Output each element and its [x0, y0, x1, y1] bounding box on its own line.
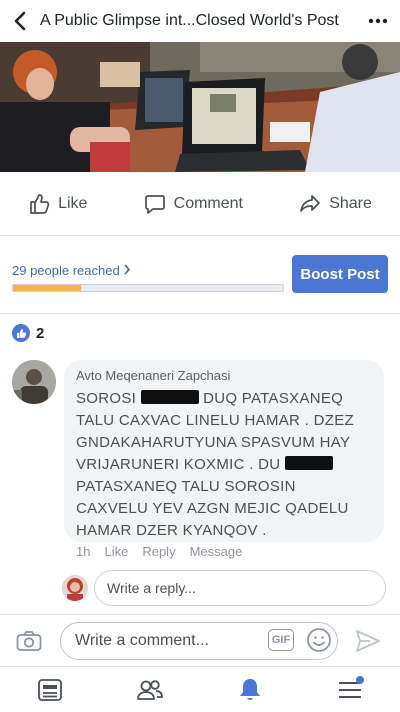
boost-post-button[interactable]: Boost Post — [292, 255, 388, 293]
post-title: A Public Glimpse int...Closed World's Po… — [40, 12, 339, 29]
comment-message-link[interactable]: Message — [190, 544, 243, 559]
share-button[interactable]: Share — [299, 193, 372, 215]
comment-meta: 1h Like Reply Message — [76, 544, 242, 559]
send-icon — [356, 630, 380, 652]
chevron-right-icon — [124, 264, 131, 275]
like-badge-icon — [12, 324, 30, 342]
like-label: Like — [58, 194, 88, 212]
send-button[interactable] — [354, 627, 382, 655]
back-button[interactable] — [0, 0, 40, 42]
comment-text-line: HAMAR DZER KYANQOV . — [76, 522, 267, 539]
comment-reply-link[interactable]: Reply — [142, 544, 175, 559]
post-actions: Like Comment Share — [0, 172, 400, 236]
gif-button[interactable]: GIF — [268, 629, 294, 651]
nav-news-feed[interactable] — [30, 670, 70, 710]
comment-text: SOROSI DUQ PATASXANEQ TALU CAXVAC LINELU… — [76, 388, 372, 542]
like-button[interactable]: Like — [28, 193, 87, 215]
news-feed-icon — [38, 678, 62, 701]
camera-icon — [16, 631, 42, 651]
sticker-button[interactable] — [306, 627, 332, 653]
comment-input[interactable]: Write a comment... — [60, 622, 338, 660]
like-count-value: 2 — [36, 324, 45, 342]
camera-button[interactable] — [14, 626, 44, 656]
chevron-left-icon — [14, 11, 26, 31]
ellipsis-icon — [368, 18, 388, 24]
bottom-nav — [0, 666, 400, 712]
comment-bubble: Avto Meqenaneri Zapchasi SOROSI DUQ PATA… — [64, 360, 384, 542]
bell-icon — [240, 678, 260, 700]
comment-button[interactable]: Comment — [144, 193, 243, 215]
redaction-mark — [284, 456, 333, 470]
people-reached-link[interactable]: 29 people reached — [12, 263, 131, 278]
comment-text-line: VRIJARUNERI KOXMIC . DU — [76, 456, 285, 473]
thumbs-up-icon — [30, 193, 50, 214]
comment-label: Comment — [173, 194, 243, 212]
notification-dot — [356, 675, 364, 684]
comment-icon — [144, 194, 165, 214]
more-options-button[interactable] — [356, 0, 400, 42]
post-photo[interactable] — [0, 42, 400, 172]
reach-progress-bar — [12, 284, 284, 292]
user-photo — [62, 575, 88, 601]
nav-notifications[interactable] — [230, 670, 270, 710]
comment-text-line: GNDAKAHARUTYUNA SPASVUM HAY — [76, 434, 351, 451]
reach-progress-fill — [13, 285, 81, 291]
friends-icon — [137, 679, 163, 700]
comment-author[interactable]: Avto Meqenaneri Zapchasi — [76, 368, 372, 383]
comment-text-line: PATASXANEQ TALU SOROSIN — [76, 478, 296, 495]
commenter-avatar[interactable] — [12, 360, 56, 404]
top-bar: A Public Glimpse int...Closed World's Po… — [0, 0, 400, 42]
redaction-mark — [140, 390, 199, 404]
people-reached-text: 29 people reached — [12, 263, 120, 278]
comment-like-link[interactable]: Like — [104, 544, 128, 559]
comment-text-line: DUQ PATASXANEQ — [198, 390, 344, 407]
comment-time: 1h — [76, 544, 91, 559]
commenter-photo — [12, 360, 56, 404]
comment-text-line: CAXVELU YEV AZGN MEJIC QADELU — [76, 500, 349, 517]
share-label: Share — [329, 194, 372, 212]
share-icon — [300, 194, 321, 212]
user-avatar — [62, 575, 88, 601]
reply-input[interactable]: Write a reply... — [94, 570, 386, 606]
like-count[interactable]: 2 — [12, 324, 44, 342]
smiley-icon — [307, 628, 331, 652]
comment-text-line: TALU CAXVAC LINELU HAMAR . DZEZ — [76, 412, 354, 429]
nav-friends[interactable] — [130, 670, 170, 710]
meeting-photo — [0, 42, 400, 172]
comment-text-line: SOROSI — [76, 390, 141, 407]
nav-menu[interactable] — [330, 670, 370, 710]
